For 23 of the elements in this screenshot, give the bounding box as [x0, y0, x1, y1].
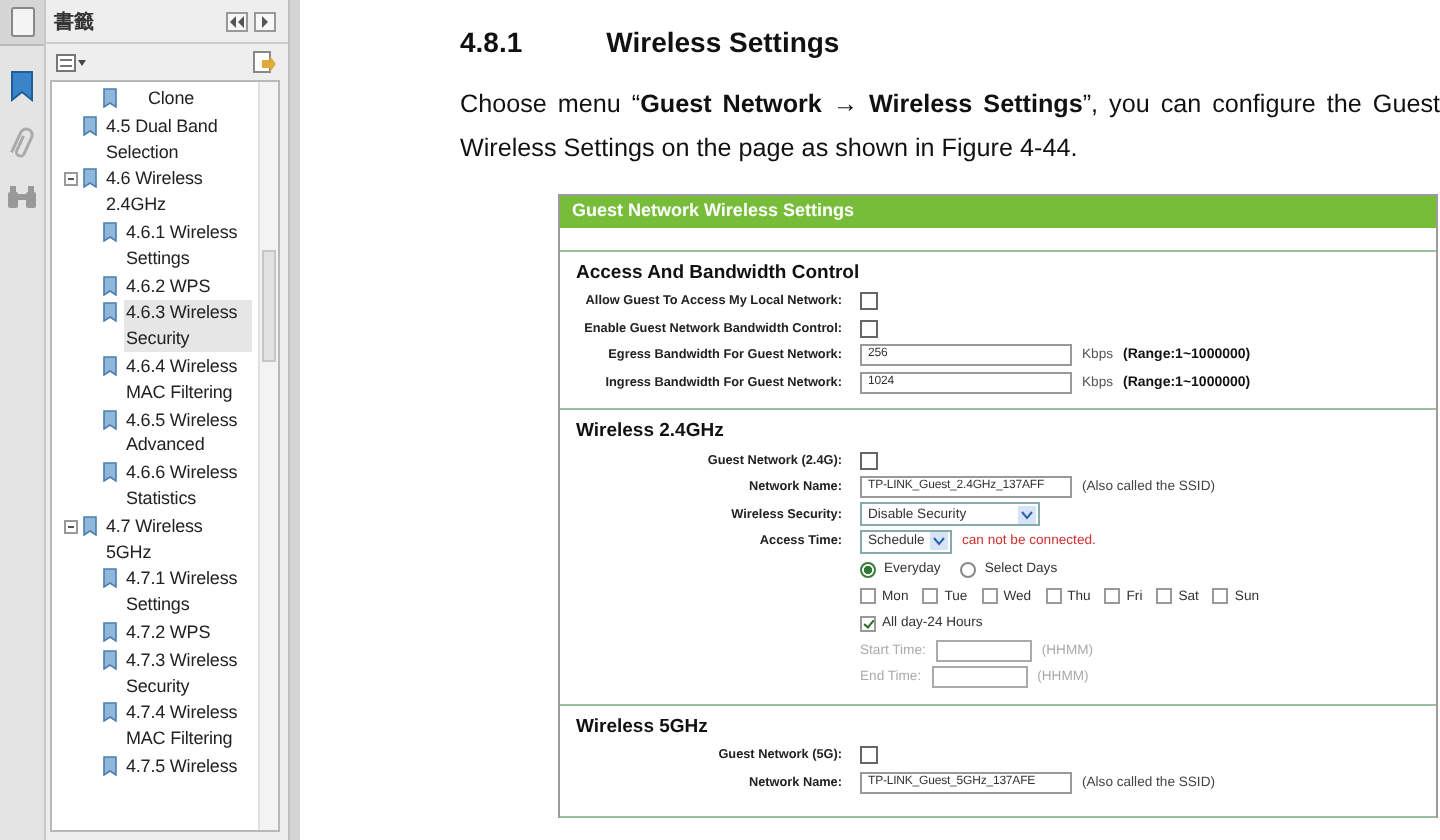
bookmark-item[interactable]: 4.7 Wireless 5GHz — [104, 513, 244, 565]
bookmark-item[interactable]: 4.6 Wireless 2.4GHz — [104, 166, 244, 218]
figure-title-bar: Guest Network Wireless Settings — [560, 196, 1436, 228]
section-heading: Wireless Settings — [606, 26, 840, 58]
bookmark-item[interactable]: 4.7.2 WPS — [124, 619, 252, 646]
bookmark-item[interactable]: 4.5 Dual Band Selection — [104, 113, 244, 165]
section-title: Wireless 5GHz — [574, 713, 710, 742]
bookmark-item[interactable]: 4.7.3 Wireless Security — [124, 647, 252, 699]
bookmark-item[interactable]: 4.7.4 Wireless MAC Filtering — [124, 700, 252, 752]
bookmark-item[interactable]: 4.6.1 Wireless Settings — [124, 219, 252, 272]
bookmark-item[interactable]: 4.6.4 Wireless MAC Filtering — [124, 353, 252, 406]
section-number: 4.8.1 — [460, 26, 523, 58]
bookmark-item[interactable]: 4.6.5 Wireless Advanced — [124, 407, 252, 459]
bookmark-item[interactable]: Clone — [146, 86, 258, 112]
section-title: Wireless 2.4GHz — [574, 418, 726, 447]
bookmark-item[interactable]: 4.6.2 WPS — [124, 273, 252, 299]
bookmark-item[interactable]: 4.7.5 Wireless — [124, 753, 252, 780]
panel-title: 書籤 — [54, 9, 94, 35]
bookmark-item[interactable]: 4.6.6 Wireless Statistics — [124, 460, 252, 512]
bookmark-item[interactable]: 4.7.1 Wireless Settings — [124, 566, 252, 618]
section-title: Access And Bandwidth Control — [574, 260, 862, 288]
bookmark-item[interactable]: 4.6.3 Wireless Security — [124, 300, 252, 352]
paragraph: Choose menu “Guest Network → Wireless Settings”, you can configure the Guest Wireless Settings on the page as shown in Figure 4-44. — [460, 88, 1440, 166]
